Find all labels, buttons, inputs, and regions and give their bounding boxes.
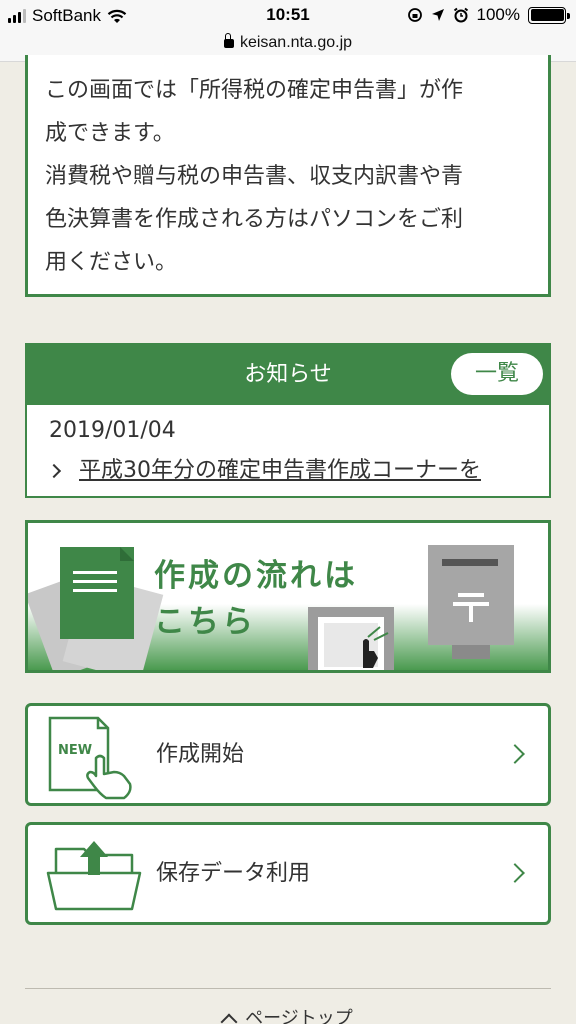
alarm-icon [453, 7, 468, 23]
info-line: 色決算書を作成される方はパソコンをご利 [45, 207, 464, 232]
lock-icon [223, 33, 234, 48]
page-top-link[interactable]: ページトップ [0, 1004, 576, 1024]
start-creation-label: 作成開始 [156, 742, 245, 767]
news-item-text: 平成30年分の確定申告書作成コーナーを [79, 458, 481, 483]
url-host: keisan.nta.go.jp [239, 34, 353, 51]
chevron-right-icon [46, 463, 62, 479]
orientation-lock-icon [407, 8, 422, 22]
status-right: 100% [407, 5, 570, 25]
status-bar: SoftBank 10:51 100% [0, 0, 576, 32]
news-date: 2019/01/04 [49, 418, 176, 443]
flow-banner[interactable]: 作成の流れは こちら [25, 520, 551, 673]
banner-line-1: 作成の流れは [154, 558, 358, 594]
news-header: お知らせ 一覧 [27, 345, 549, 405]
info-line: 消費税や贈与税の申告書、収支内訳書や青 [45, 164, 464, 189]
chevron-right-icon [505, 744, 525, 764]
info-line: 成できます。 [45, 121, 175, 146]
location-icon [431, 9, 444, 21]
chevron-up-icon [220, 1013, 238, 1024]
postbox-icon [428, 545, 514, 659]
info-line: この画面では「所得税の確定申告書」が作 [45, 78, 464, 103]
use-saved-data-label: 保存データ利用 [156, 861, 311, 886]
chevron-right-icon [505, 863, 525, 883]
news-item-link[interactable]: 平成30年分の確定申告書作成コーナーを [27, 447, 549, 487]
page-top-label: ページトップ [245, 1008, 353, 1024]
news-heading: お知らせ [244, 362, 332, 387]
start-creation-button[interactable]: NEW 作成開始 [25, 703, 551, 806]
new-document-icon: NEW [48, 716, 132, 800]
open-folder-icon [46, 841, 142, 911]
info-line: 用ください。 [45, 250, 178, 275]
footer-divider [25, 988, 551, 989]
news-panel: お知らせ 一覧 2019/01/04 平成30年分の確定申告書作成コーナーを [25, 343, 551, 498]
info-box: この画面では「所得税の確定申告書」が作 成できます。 消費税や贈与税の申告書、収… [25, 55, 551, 297]
news-list-button[interactable]: 一覧 [451, 353, 543, 395]
battery-icon [528, 6, 570, 24]
battery-percent: 100% [476, 5, 520, 24]
use-saved-data-button[interactable]: 保存データ利用 [25, 822, 551, 925]
banner-line-2: こちら [154, 604, 256, 640]
banner-text: 作成の流れは こちら [154, 553, 358, 645]
new-label: NEW [58, 743, 92, 758]
